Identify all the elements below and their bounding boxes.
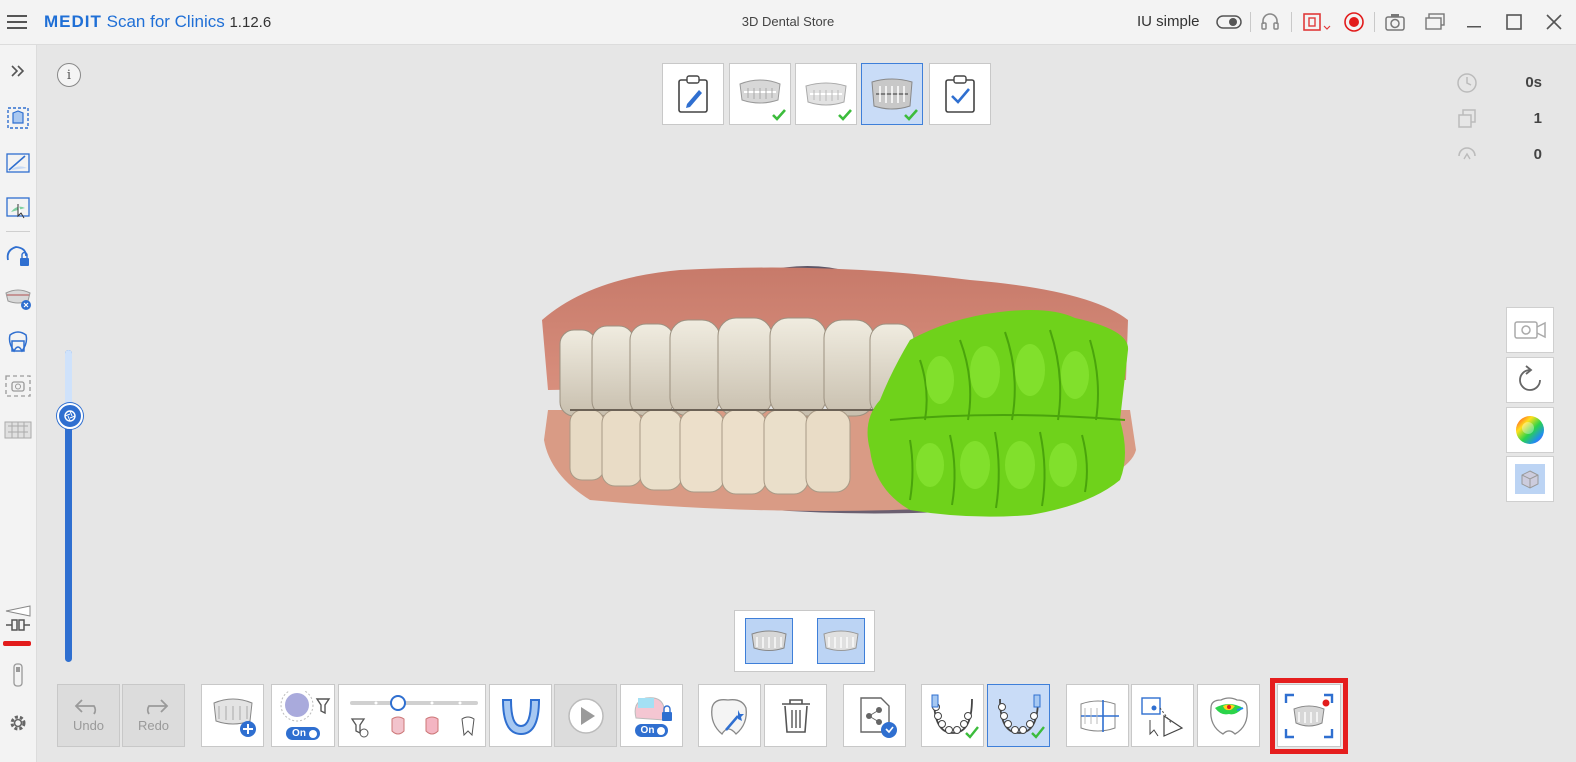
divider	[6, 231, 30, 232]
lock-toggle-text: On	[640, 725, 655, 736]
filter-toggle-text: On	[292, 728, 306, 739]
check-icon	[772, 109, 786, 121]
lock-area-icon[interactable]	[4, 242, 32, 270]
scan-count-value: 1	[1533, 110, 1542, 127]
magic-tooth-icon	[710, 698, 747, 735]
pending-value: 0	[1533, 146, 1542, 163]
redo-button[interactable]: Redo	[122, 684, 185, 747]
align-points-button[interactable]	[1131, 684, 1194, 747]
color-wheel-icon	[1516, 416, 1544, 444]
camera-icon[interactable]	[1383, 10, 1407, 34]
tooth-lock-button[interactable]: On	[620, 684, 683, 747]
redo-icon	[146, 699, 168, 715]
dental-3d-model[interactable]	[530, 260, 1150, 525]
align-points-icon	[1140, 696, 1183, 737]
arch-scan-button[interactable]	[489, 684, 552, 747]
stage-maxilla[interactable]	[729, 63, 791, 125]
record-icon[interactable]	[1342, 10, 1366, 34]
delete-button[interactable]	[764, 684, 827, 747]
mode-label: IU simple	[1137, 13, 1200, 30]
add-scan-button[interactable]	[201, 684, 264, 747]
divider	[1250, 12, 1251, 32]
play-icon	[567, 697, 604, 734]
jaw-lower-button[interactable]	[817, 618, 865, 664]
timer-icon	[1456, 72, 1478, 99]
scan-count-icon	[1456, 108, 1478, 135]
timer-value: 0s	[1525, 74, 1542, 91]
settings-gear-icon[interactable]	[4, 709, 32, 737]
lower-arch-verify-button[interactable]	[987, 684, 1050, 747]
rotate-icon	[1519, 365, 1541, 391]
lock-on-toggle[interactable]: On	[634, 724, 669, 737]
trim-edit-icon[interactable]	[4, 149, 32, 177]
maximize-icon[interactable]	[1502, 10, 1526, 34]
trash-icon	[781, 698, 810, 733]
highlight-box	[1270, 678, 1348, 754]
redo-label: Redo	[137, 718, 170, 733]
upper-arch-icon	[931, 694, 979, 739]
tooth-scan-icon[interactable]	[4, 329, 32, 357]
filter-icon	[280, 691, 331, 722]
jaw-upper-button[interactable]	[745, 618, 793, 664]
tooth-library-icon[interactable]	[4, 416, 32, 444]
jaw-selector	[734, 610, 875, 672]
filter-toggle-button[interactable]: On	[271, 684, 335, 747]
scan-area-select-icon[interactable]	[4, 104, 32, 132]
scanner-device-icon	[4, 661, 32, 689]
divider	[1291, 12, 1292, 32]
support-headset-icon[interactable]	[1258, 10, 1282, 34]
connection-status-bar	[3, 641, 31, 646]
filter-level-slider[interactable]	[338, 684, 486, 747]
rotate-view-button[interactable]	[1506, 357, 1554, 403]
stage-note[interactable]	[662, 63, 724, 125]
select-trim-icon[interactable]	[4, 193, 32, 221]
remove-scan-icon[interactable]	[4, 285, 32, 313]
color-mode-button[interactable]	[1506, 407, 1554, 453]
screen-capture-region-icon[interactable]	[1300, 10, 1332, 34]
gallery-icon[interactable]	[1423, 10, 1447, 34]
export-share-button[interactable]	[843, 684, 906, 747]
divider	[1374, 12, 1375, 32]
info-button[interactable]: i	[57, 63, 81, 87]
undo-label: Undo	[72, 718, 105, 733]
ai-tooth-cleanup-button[interactable]	[698, 684, 761, 747]
depth-slider-handle[interactable]	[57, 403, 83, 429]
play-button[interactable]	[554, 684, 617, 747]
occlusion-analysis-button[interactable]	[1197, 684, 1260, 747]
close-icon[interactable]	[1542, 10, 1566, 34]
undo-button[interactable]: Undo	[57, 684, 120, 747]
share-file-icon	[859, 696, 897, 738]
minimize-icon[interactable]	[1462, 10, 1486, 34]
tooth-lock-icon	[634, 697, 672, 721]
record-video-button[interactable]	[1506, 307, 1554, 353]
undo-icon	[74, 699, 96, 715]
lower-arch-icon	[997, 694, 1045, 739]
pending-icon	[1456, 144, 1478, 171]
stage-complete[interactable]	[929, 63, 991, 125]
window-title: 3D Dental Store	[741, 14, 835, 29]
view-cube-button[interactable]	[1506, 456, 1554, 502]
photo-capture-icon[interactable]	[4, 372, 32, 400]
expand-chevron-icon[interactable]	[4, 57, 32, 85]
arch-icon	[501, 698, 540, 735]
check-icon	[904, 109, 918, 121]
title-bar: MEDIT Scan for Clinics 1.12.6 3D Dental …	[0, 0, 1576, 45]
check-icon	[838, 109, 852, 121]
add-jaw-icon	[212, 698, 256, 737]
filter-on-toggle[interactable]: On	[286, 727, 320, 740]
left-toolbar	[0, 45, 37, 762]
filter-level-icon	[350, 694, 478, 737]
heatmap-tooth-icon	[1209, 696, 1248, 735]
cube-icon	[1515, 464, 1545, 494]
occlusion-align-button[interactable]	[1066, 684, 1129, 747]
scanner-connection-icon	[4, 611, 32, 639]
upper-arch-verify-button[interactable]	[921, 684, 984, 747]
stage-mandible[interactable]	[795, 63, 857, 125]
occlusion-align-icon	[1080, 699, 1119, 732]
stage-occlusion[interactable]	[861, 63, 923, 125]
video-camera-icon	[1514, 321, 1546, 339]
mode-toggle[interactable]	[1216, 10, 1242, 34]
